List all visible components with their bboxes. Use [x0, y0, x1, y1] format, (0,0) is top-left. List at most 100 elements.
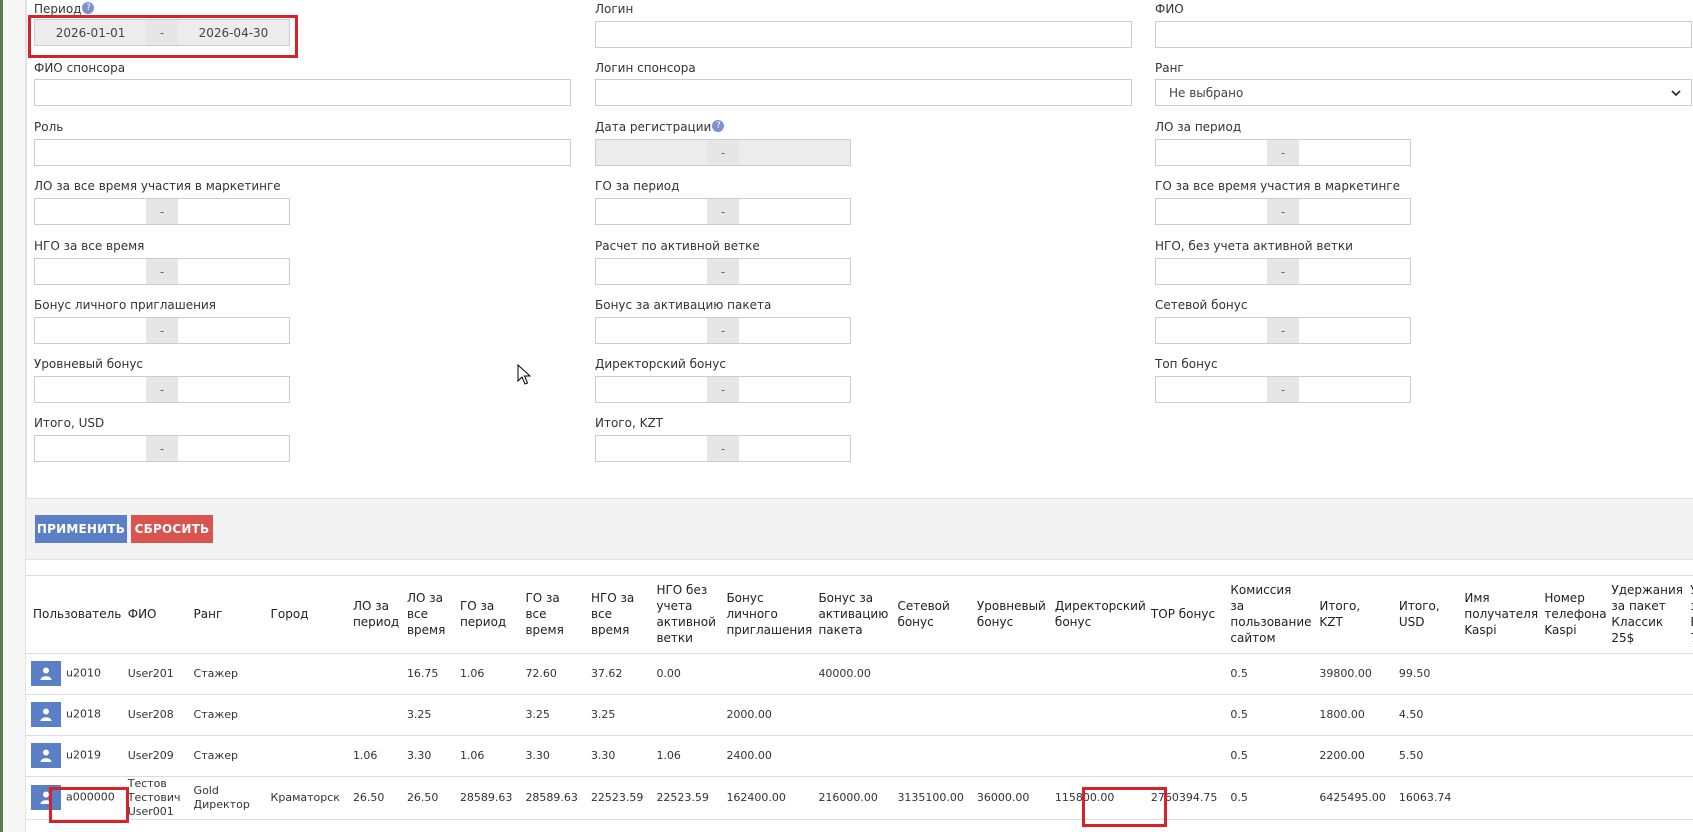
table-cell-hold-c [1604, 694, 1684, 736]
column-header[interactable]: TOP бонус [1143, 576, 1224, 654]
user-icon [40, 791, 52, 804]
column-header[interactable]: Ранг [186, 576, 264, 654]
range-from-input[interactable] [1156, 259, 1267, 284]
range-to-input[interactable] [1299, 377, 1410, 402]
user-profile-button[interactable] [31, 661, 61, 686]
range-to-input[interactable] [739, 436, 850, 461]
range-from-input[interactable] [35, 259, 146, 284]
column-header[interactable]: Бонус за активацию пакета [811, 576, 891, 654]
table-cell-hold-b [1683, 694, 1693, 736]
column-header[interactable]: ФИО [120, 576, 187, 654]
range-from-input[interactable] [596, 140, 708, 165]
range-to-input[interactable] [1299, 318, 1410, 343]
table-row[interactable]: u2010 User201 Стажер 16.75 1.06 72.60 37.62 0.0… [26, 653, 1693, 695]
range-to-input[interactable] [739, 318, 850, 343]
range-from-input[interactable] [35, 377, 146, 402]
column-header[interactable]: Город [263, 576, 346, 654]
column-header[interactable]: Пользователь [26, 576, 121, 654]
range-from-input[interactable] [596, 318, 707, 343]
rank-select[interactable]: Не выбрано [1155, 79, 1692, 106]
range-to-input[interactable] [1299, 140, 1410, 165]
column-header[interactable]: Итого, KZT [1312, 576, 1392, 654]
table-cell-rank: Gold Директор [186, 776, 264, 820]
table-cell-hold-c [1604, 735, 1684, 777]
column-header[interactable]: Удержания за пакет Классик 25$ [1604, 576, 1684, 654]
column-header[interactable]: ГО за все время [518, 576, 584, 654]
range-from-input[interactable] [596, 436, 707, 461]
column-header[interactable]: Номер телефона Kaspi [1537, 576, 1607, 654]
table-row[interactable]: u2018 User208 Стажер 3.25 3.25 3.25 2000.00 0.5… [26, 694, 1693, 736]
user-icon [40, 667, 52, 680]
period-from-input[interactable]: 2026-01-01 [35, 20, 147, 45]
ngo-no-branch-label: НГО, без учета активной ветки [1155, 239, 1353, 253]
range-to-input[interactable] [739, 259, 850, 284]
range-from-input[interactable] [596, 377, 707, 402]
sponsor-login-input[interactable] [595, 79, 1132, 106]
range-to-input[interactable] [1299, 199, 1410, 224]
table-cell-b-lvl [969, 735, 1048, 777]
table-cell-kzt: 1800.00 [1312, 694, 1392, 736]
range-separator: - [146, 436, 178, 461]
sponsor-login-label: Логин спонсора [595, 61, 696, 75]
range-to-input[interactable] [1299, 259, 1410, 284]
column-header[interactable]: ГО за период [452, 576, 519, 654]
column-header[interactable]: Сетевой бонус [890, 576, 970, 654]
user-profile-button[interactable] [31, 702, 61, 727]
column-header[interactable]: Уровневый бонус [969, 576, 1048, 654]
column-header[interactable]: Итого, USD [1391, 576, 1458, 654]
range-to-input[interactable] [178, 436, 289, 461]
help-icon[interactable]: ? [82, 2, 95, 14]
user-login[interactable]: a000000 [66, 791, 115, 804]
table-cell-b-pack [811, 694, 891, 736]
column-header[interactable]: Удержания за пакет Бизнес 75$ [1683, 576, 1693, 654]
sidebar-accent [0, 0, 3, 832]
role-input[interactable] [34, 139, 571, 166]
user-login[interactable]: u2010 [66, 667, 101, 680]
user-profile-button[interactable] [31, 785, 61, 810]
range-from-input[interactable] [35, 436, 146, 461]
user-icon [40, 708, 52, 721]
fio-input[interactable] [1155, 21, 1692, 48]
range-from-input[interactable] [1156, 140, 1267, 165]
column-header[interactable]: ЛО за период [345, 576, 400, 654]
column-header[interactable]: НГО без учета активной ветки [649, 576, 720, 654]
column-header[interactable]: НГО за все время [583, 576, 650, 654]
range-from-input[interactable] [1156, 377, 1267, 402]
user-login[interactable]: u2019 [66, 749, 101, 762]
table-row[interactable]: a000000 Тестов Тестович User001 Gold Дирек… [26, 776, 1693, 820]
table-row[interactable]: u2019 User209 Стажер 1.06 3.30 1.06 3.30 3.30 1.… [26, 735, 1693, 777]
range-to-input[interactable] [738, 140, 850, 165]
user-login[interactable]: u2018 [66, 708, 101, 721]
table-cell-b-dir [1047, 694, 1144, 736]
range-from-input[interactable] [596, 259, 707, 284]
range-from-input[interactable] [1156, 199, 1267, 224]
table-cell-login: a000000 [26, 776, 121, 820]
range-to-input[interactable] [178, 259, 289, 284]
ngo-all-label: НГО за все время [34, 239, 145, 253]
help-icon[interactable]: ? [712, 120, 725, 132]
range-from-input[interactable] [1156, 318, 1267, 343]
table-cell-ngo-nb: 0.00 [649, 653, 720, 695]
chevron-down-icon [1671, 90, 1681, 97]
range-from-input[interactable] [35, 199, 146, 224]
range-to-input[interactable] [178, 377, 289, 402]
column-header[interactable]: Комиссия за пользование сайтом [1223, 576, 1313, 654]
column-header[interactable]: Имя получателя Kaspi [1457, 576, 1538, 654]
range-from-input[interactable] [596, 199, 707, 224]
apply-button[interactable]: ПРИМЕНИТЬ [35, 515, 127, 543]
period-to-input[interactable]: 2026-04-30 [177, 20, 289, 45]
column-header[interactable]: Директорский бонус [1047, 576, 1146, 654]
range-from-input[interactable] [35, 318, 146, 343]
range-to-input[interactable] [739, 199, 850, 224]
sponsor-fio-input[interactable] [34, 79, 571, 106]
column-header[interactable]: Бонус личного приглашения [719, 576, 812, 654]
column-header[interactable]: ЛО за все время [399, 576, 453, 654]
table-cell-b-top [1143, 653, 1224, 695]
login-input[interactable] [595, 21, 1132, 48]
user-icon [40, 749, 52, 762]
reset-button[interactable]: СБРОСИТЬ [131, 515, 213, 543]
range-to-input[interactable] [178, 318, 289, 343]
user-profile-button[interactable] [31, 743, 61, 768]
range-to-input[interactable] [739, 377, 850, 402]
range-to-input[interactable] [178, 199, 289, 224]
